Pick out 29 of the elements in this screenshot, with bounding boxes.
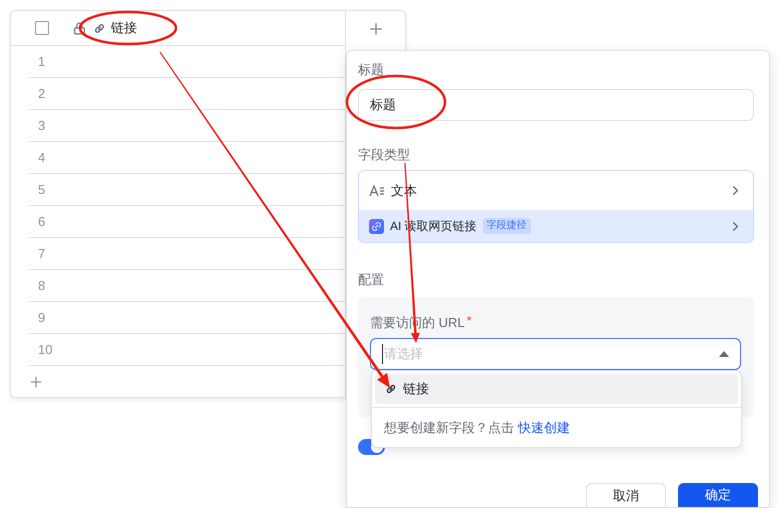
- dropdown-option[interactable]: 链接: [375, 374, 738, 404]
- select-all-checkbox[interactable]: [35, 21, 49, 35]
- row-number: 10: [38, 340, 52, 359]
- field-label: 标题: [358, 61, 384, 79]
- text-type-icon: [369, 184, 385, 198]
- required-mark: *: [466, 314, 472, 326]
- row-number: 7: [38, 244, 46, 263]
- quick-create-link[interactable]: 快速创建: [518, 418, 570, 438]
- link-icon: [384, 382, 398, 396]
- section-label: 配置: [358, 271, 384, 289]
- ai-link-icon: [369, 218, 384, 234]
- row-number: 4: [38, 148, 46, 167]
- caret-icon: [719, 351, 729, 357]
- title-field[interactable]: 标题: [358, 88, 754, 120]
- row-number: 5: [38, 180, 46, 199]
- row-number: 6: [38, 212, 46, 231]
- row-number: 9: [38, 308, 46, 327]
- lock-icon: [73, 22, 86, 34]
- row-number: 8: [38, 276, 46, 295]
- confirm-button[interactable]: 确定: [678, 483, 758, 507]
- row-number: 1: [38, 52, 46, 71]
- row-number: 2: [38, 84, 46, 103]
- row-number: 3: [38, 116, 46, 135]
- create-hint: 想要创建新字段？点击: [384, 418, 514, 437]
- add-row-icon[interactable]: [28, 374, 44, 390]
- shortcut-tag: 字段捷径: [482, 218, 531, 234]
- field-label: 字段类型: [358, 146, 410, 164]
- cancel-button[interactable]: 取消: [586, 483, 666, 507]
- column-header[interactable]: 链接: [111, 18, 137, 38]
